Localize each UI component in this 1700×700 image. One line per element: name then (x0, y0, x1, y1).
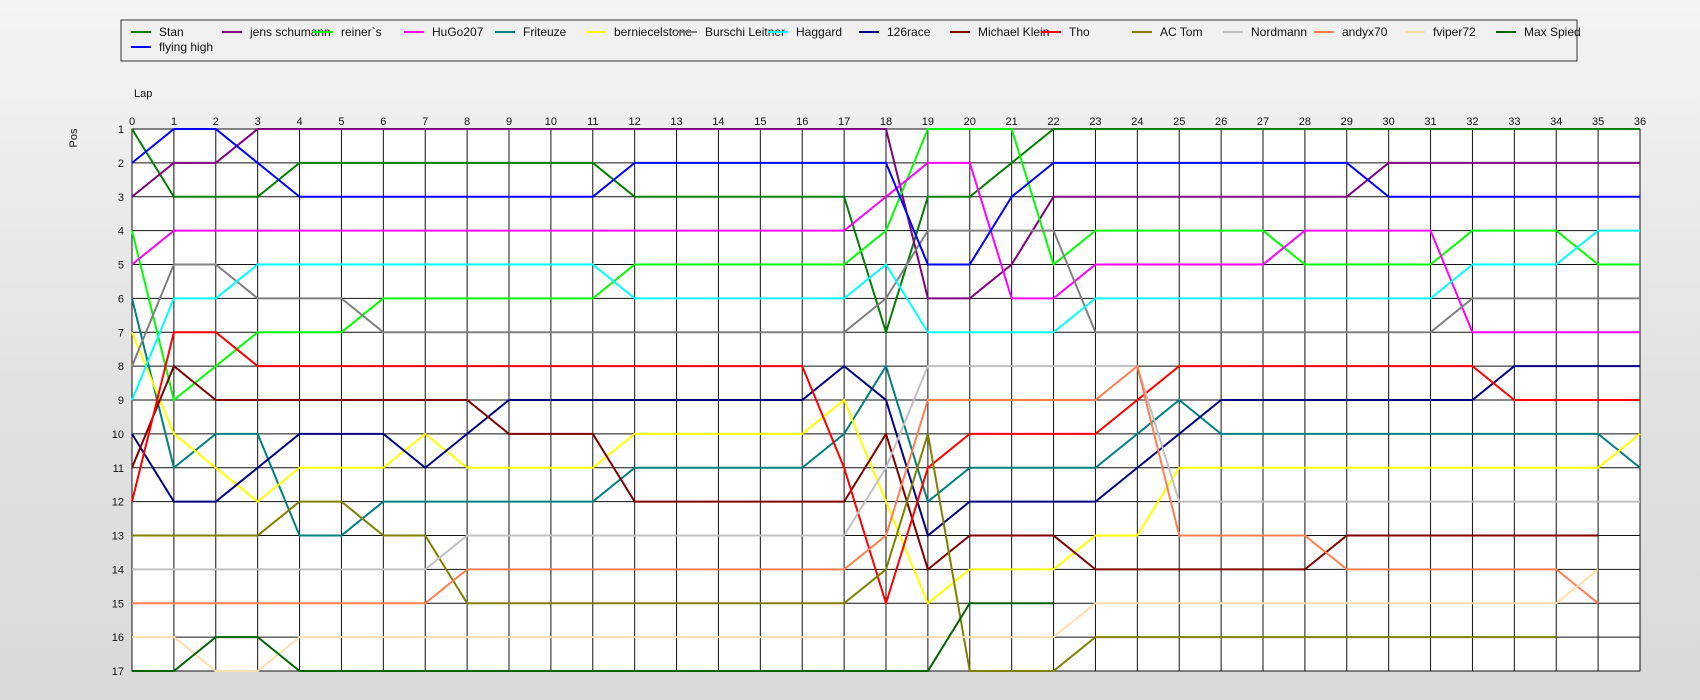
x-tick-label: 0 (129, 116, 135, 128)
x-tick-label: 28 (1299, 116, 1311, 128)
y-tick-label: 10 (112, 429, 124, 441)
y-tick-label: 1 (118, 124, 124, 136)
y-tick-label: 8 (118, 361, 124, 373)
x-tick-label: 30 (1383, 116, 1395, 128)
x-tick-label: 22 (1047, 116, 1059, 128)
x-tick-label: 14 (712, 116, 724, 128)
legend-label: AC Tom (1160, 25, 1202, 39)
x-tick-label: 24 (1131, 116, 1143, 128)
x-tick-label: 26 (1215, 116, 1227, 128)
x-tick-label: 20 (964, 116, 976, 128)
y-axis-title: Pos (68, 128, 80, 147)
y-tick-label: 6 (118, 293, 124, 305)
x-tick-label: 31 (1424, 116, 1436, 128)
legend-label: andyx70 (1342, 25, 1388, 39)
y-tick-label: 4 (118, 226, 124, 238)
x-tick-label: 5 (338, 116, 344, 128)
x-tick-label: 2 (213, 116, 219, 128)
x-tick-label: 7 (422, 116, 428, 128)
x-tick-label: 15 (754, 116, 766, 128)
y-tick-label: 15 (112, 598, 124, 610)
y-tick-label: 11 (113, 463, 124, 475)
legend-label: Michael Klein (978, 25, 1049, 39)
x-tick-label: 11 (587, 116, 598, 128)
legend-label: Max Spied (1524, 25, 1581, 39)
x-tick-label: 16 (796, 116, 808, 128)
y-tick-label: 17 (112, 666, 124, 678)
x-tick-label: 3 (255, 116, 261, 128)
x-tick-label: 32 (1466, 116, 1478, 128)
x-tick-label: 13 (670, 116, 682, 128)
legend: Stan jens schumann reiner`s HuGo207 Friteuze… (120, 19, 1581, 62)
y-tick-label: 13 (112, 531, 124, 543)
legend-label: Nordmann (1251, 25, 1307, 39)
y-tick-label: 16 (112, 632, 124, 644)
x-tick-label: 23 (1089, 116, 1101, 128)
y-tick-label: 5 (118, 260, 124, 272)
x-tick-label: 27 (1257, 116, 1269, 128)
x-tick-label: 6 (380, 116, 386, 128)
x-tick-label: 10 (545, 116, 557, 128)
x-tick-label: 25 (1173, 116, 1185, 128)
x-tick-label: 35 (1592, 116, 1604, 128)
y-tick-label: 7 (118, 327, 124, 339)
y-tick-label: 2 (118, 158, 124, 170)
x-tick-label: 4 (296, 116, 302, 128)
legend-label: fviper72 (1433, 25, 1476, 39)
y-tick-label: 9 (118, 395, 124, 407)
x-tick-label: 33 (1508, 116, 1520, 128)
legend-label: 126race (887, 25, 931, 39)
x-tick-label: 1 (171, 116, 177, 128)
lap-position-chart: Stan jens schumann reiner`s HuGo207 Friteuze… (68, 19, 1646, 678)
x-tick-label: 18 (880, 116, 892, 128)
x-tick-label: 19 (922, 116, 934, 128)
x-tick-label: 9 (506, 116, 512, 128)
x-tick-label: 17 (838, 116, 850, 128)
legend-label: flying high (159, 40, 213, 54)
legend-label: Stan (159, 25, 184, 39)
y-tick-label: 3 (118, 192, 124, 204)
legend-label: Tho (1069, 25, 1090, 39)
x-tick-label: 34 (1550, 116, 1562, 128)
x-tick-label: 12 (629, 116, 641, 128)
legend-label: Haggard (796, 25, 842, 39)
legend-label: HuGo207 (432, 25, 484, 39)
y-tick-label: 12 (112, 497, 124, 509)
x-tick-label: 21 (1006, 116, 1018, 128)
x-axis-title: Lap (134, 88, 152, 100)
legend-label: reiner`s (341, 25, 382, 39)
chart-container: Stan jens schumann reiner`s HuGo207 Friteuze… (0, 0, 1700, 700)
x-tick-label: 36 (1634, 116, 1646, 128)
y-tick-label: 14 (112, 564, 124, 576)
x-tick-label: 29 (1341, 116, 1353, 128)
legend-label: Friteuze (523, 25, 567, 39)
x-tick-label: 8 (464, 116, 470, 128)
